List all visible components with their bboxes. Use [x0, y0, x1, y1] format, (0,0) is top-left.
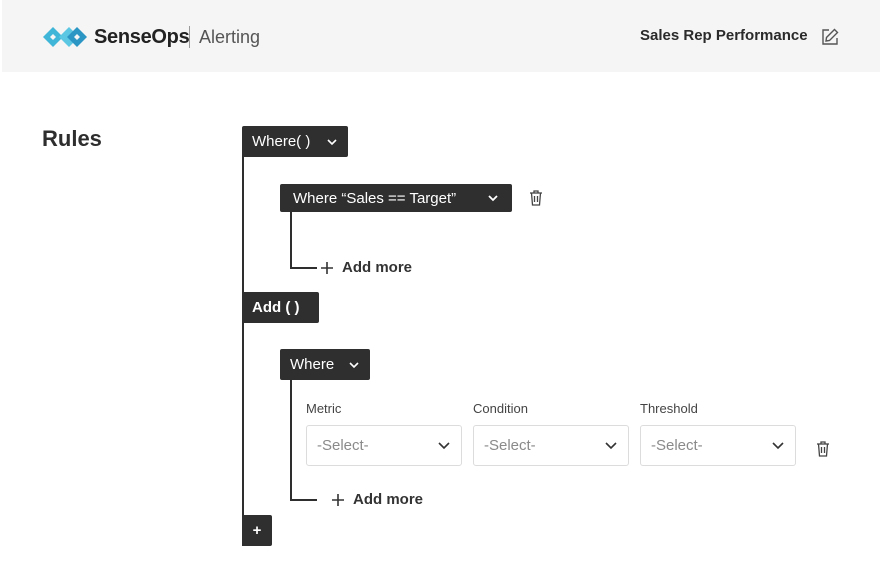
add-more-button-1[interactable]: Add more: [320, 259, 412, 276]
metric-select[interactable]: -Select-: [306, 425, 462, 466]
trash-icon[interactable]: [528, 189, 544, 207]
add-more-label: Add more: [353, 491, 424, 508]
plus-icon: [332, 493, 344, 506]
metric-label: Metric: [306, 401, 342, 416]
plus-icon: [321, 261, 333, 274]
app-header: SenseOps Alerting Sales Rep Performance: [2, 0, 880, 72]
add-more-button-2[interactable]: Add more: [331, 491, 423, 508]
tree-line-main: [242, 150, 244, 546]
add-group-dropdown[interactable]: Add ( ): [242, 292, 319, 323]
chevron-down-icon: [438, 442, 450, 450]
tree-branch-where-2: [290, 499, 317, 501]
add-rule-button[interactable]: +: [242, 515, 272, 546]
threshold-select-value: -Select-: [651, 437, 703, 454]
where-condition-label: Where “Sales == Target”: [293, 189, 457, 207]
condition-label: Condition: [473, 401, 528, 416]
where-condition-dropdown[interactable]: Where “Sales == Target”: [280, 184, 512, 212]
add-group-label: Add ( ): [252, 299, 300, 316]
chevron-down-icon: [349, 361, 359, 368]
where-dropdown[interactable]: Where: [280, 349, 370, 380]
where-group-dropdown[interactable]: Where( ): [242, 126, 348, 157]
chevron-down-icon: [772, 442, 784, 450]
chevron-down-icon: [605, 442, 617, 450]
condition-select-value: -Select-: [484, 437, 536, 454]
brand-divider: [189, 26, 190, 48]
edit-icon[interactable]: [820, 27, 840, 47]
rules-title: Rules: [42, 126, 102, 151]
chevron-down-icon: [327, 138, 337, 145]
report-title: Sales Rep Performance: [640, 27, 808, 44]
tree-line-where-1: [290, 206, 292, 269]
product-name: Alerting: [199, 27, 261, 47]
tree-line-where-2: [290, 374, 292, 501]
metric-select-value: -Select-: [317, 437, 369, 454]
add-more-label: Add more: [342, 259, 413, 276]
where-label: Where: [290, 356, 335, 373]
condition-select[interactable]: -Select-: [473, 425, 629, 466]
threshold-label: Threshold: [640, 401, 698, 416]
senseops-logo: [43, 27, 87, 47]
threshold-select[interactable]: -Select-: [640, 425, 796, 466]
where-group-label: Where( ): [252, 133, 311, 150]
brand-name: SenseOps: [94, 26, 190, 48]
tree-branch-where-1: [290, 267, 317, 269]
trash-icon[interactable]: [815, 440, 831, 458]
chevron-down-icon: [488, 195, 498, 202]
